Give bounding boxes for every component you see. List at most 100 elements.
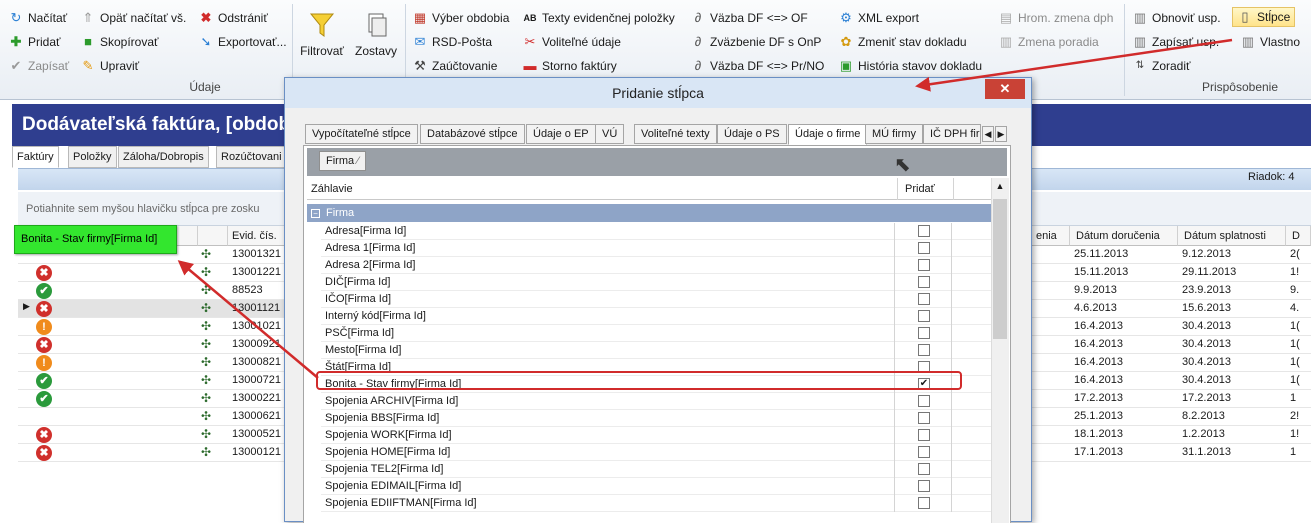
tab-scroll-left-icon[interactable]: ◀ bbox=[982, 126, 994, 142]
scroll-up-icon[interactable]: ▲ bbox=[993, 181, 1007, 195]
table-row[interactable]: ✖ ✣ 13001221 bbox=[18, 264, 288, 282]
column-header-partial[interactable]: enia bbox=[1030, 226, 1070, 246]
add-checkbox[interactable] bbox=[918, 480, 930, 492]
dialog-tab-3[interactable]: VÚ bbox=[595, 124, 625, 144]
dialog-tab-6[interactable]: Údaje o firme bbox=[788, 124, 868, 145]
field-row[interactable]: Spojenia WORK[Firma Id] bbox=[321, 427, 991, 444]
add-checkbox[interactable] bbox=[918, 446, 930, 458]
add-checkbox[interactable] bbox=[918, 259, 930, 271]
scrollbar-thumb[interactable] bbox=[993, 199, 1007, 339]
field-row[interactable]: DIČ[Firma Id] bbox=[321, 274, 991, 291]
add-checkbox[interactable] bbox=[918, 395, 930, 407]
add-checkbox[interactable] bbox=[918, 310, 930, 322]
field-row[interactable]: Spojenia ARCHIV[Firma Id] bbox=[321, 393, 991, 410]
field-row[interactable]: Adresa 1[Firma Id] bbox=[321, 240, 991, 257]
close-button[interactable]: ✕ bbox=[985, 79, 1025, 99]
table-row[interactable]: ! ✣ 13001021 bbox=[18, 318, 288, 336]
table-row[interactable]: 16.4.2013 30.4.2013 1( bbox=[1030, 318, 1311, 336]
link-df-onp-button[interactable]: ∂ Zväzbenie DF s OnP bbox=[690, 32, 822, 52]
add-checkbox[interactable] bbox=[918, 225, 930, 237]
table-row[interactable]: ✖ ✣ 13000121 bbox=[18, 444, 288, 462]
table-row[interactable]: 16.4.2013 30.4.2013 1( bbox=[1030, 372, 1311, 390]
table-row[interactable]: ✖ ✣ 13000521 bbox=[18, 426, 288, 444]
table-row[interactable]: ▶ ✖ ✣ 13001121 bbox=[18, 300, 288, 318]
reports-button[interactable]: Zostavy bbox=[352, 10, 400, 58]
export-button[interactable]: ➘ Exportovať... bbox=[198, 32, 287, 52]
add-checkbox[interactable] bbox=[918, 412, 930, 424]
edit-button[interactable]: ✎ Upraviť bbox=[80, 56, 140, 76]
table-row[interactable]: 18.1.2013 1.2.2013 1! bbox=[1030, 426, 1311, 444]
column-header-doc[interactable] bbox=[198, 226, 228, 246]
table-row[interactable]: 25.11.2013 9.12.2013 2( bbox=[1030, 246, 1311, 264]
header-add[interactable]: Pridať bbox=[905, 178, 935, 200]
copy-button[interactable]: ■ Skopírovať bbox=[80, 32, 158, 52]
dialog-tab-2[interactable]: Údaje o EP bbox=[526, 124, 596, 144]
reload-all-button[interactable]: ⇑ Opäť načítať vš. bbox=[80, 8, 187, 28]
table-row[interactable]: ✔ ✣ 13000221 bbox=[18, 390, 288, 408]
add-checkbox[interactable] bbox=[918, 463, 930, 475]
link-df-prno-button[interactable]: ∂ Väzba DF <=> Pr/NO bbox=[690, 56, 825, 76]
tab-zaloha[interactable]: Záloha/Dobropis bbox=[118, 146, 209, 168]
tab-scroll-right-icon[interactable]: ▶ bbox=[995, 126, 1007, 142]
table-row[interactable]: 16.4.2013 30.4.2013 1( bbox=[1030, 354, 1311, 372]
dialog-tab-4[interactable]: Voliteľné texty bbox=[634, 124, 717, 144]
table-row[interactable]: 25.1.2013 8.2.2013 2! bbox=[1030, 408, 1311, 426]
item-texts-button[interactable]: AB Texty evidenčnej položky bbox=[522, 8, 675, 28]
table-row[interactable]: 17.2.2013 17.2.2013 1 bbox=[1030, 390, 1311, 408]
rsd-mail-button[interactable]: ✉ RSD-Pošta bbox=[412, 32, 492, 52]
reorder-button[interactable]: ▥ Zmena poradia bbox=[998, 32, 1099, 52]
sort-button[interactable]: ⇅ Zoradiť bbox=[1132, 56, 1191, 76]
tab-polozky[interactable]: Položky bbox=[68, 146, 117, 168]
group-by-zone[interactable]: Potiahnite sem myšou hlavičku stĺpca pre… bbox=[18, 192, 288, 226]
dialog-tab-0[interactable]: Vypočítateľné stĺpce bbox=[305, 124, 418, 144]
filter-button[interactable]: Filtrovať bbox=[296, 10, 348, 58]
field-row[interactable]: Spojenia EDIIFTMAN[Firma Id] bbox=[321, 495, 991, 512]
save-button[interactable]: ✔ Zapísať bbox=[8, 56, 70, 76]
field-row[interactable]: Mesto[Firma Id] bbox=[321, 342, 991, 359]
group-chip-firma[interactable]: Firma ⁄ bbox=[319, 151, 367, 171]
column-header-delivery-date[interactable]: Dátum doručenia bbox=[1070, 226, 1178, 246]
column-header-evid[interactable]: Evid. čís. bbox=[228, 226, 288, 246]
add-checkbox[interactable] bbox=[918, 344, 930, 356]
table-row[interactable]: ✔ ✣ 88523 bbox=[18, 282, 288, 300]
add-checkbox[interactable] bbox=[918, 429, 930, 441]
change-state-button[interactable]: ✿ Zmeniť stav dokladu bbox=[838, 32, 967, 52]
table-row[interactable]: ✖ ✣ 13000921 bbox=[18, 336, 288, 354]
header-caption[interactable]: Záhlavie bbox=[311, 178, 353, 200]
link-df-of-button[interactable]: ∂ Väzba DF <=> OF bbox=[690, 8, 808, 28]
field-row[interactable]: Interný kód[Firma Id] bbox=[321, 308, 991, 325]
table-row[interactable]: 4.6.2013 15.6.2013 4. bbox=[1030, 300, 1311, 318]
state-history-button[interactable]: ▣ História stavov dokladu bbox=[838, 56, 982, 76]
tab-faktury[interactable]: Faktúry bbox=[12, 146, 59, 168]
table-row[interactable]: 9.9.2013 23.9.2013 9. bbox=[1030, 282, 1311, 300]
field-row[interactable]: Spojenia TEL2[Firma Id] bbox=[321, 461, 991, 478]
column-header-due-date[interactable]: Dátum splatnosti bbox=[1178, 226, 1286, 246]
field-row[interactable]: PSČ[Firma Id] bbox=[321, 325, 991, 342]
field-row[interactable]: Adresa 2[Firma Id] bbox=[321, 257, 991, 274]
dialog-tab-8[interactable]: IČ DPH fir bbox=[923, 124, 981, 144]
restore-layout-button[interactable]: ▥ Obnoviť usp. bbox=[1132, 8, 1221, 28]
table-row[interactable]: ✔ ✣ 13000721 bbox=[18, 372, 288, 390]
xml-export-button[interactable]: ⚙ XML export bbox=[838, 8, 919, 28]
period-select-button[interactable]: ▦ Výber obdobia bbox=[412, 8, 510, 28]
columns-button[interactable]: ▯ Stĺpce bbox=[1232, 7, 1296, 27]
bulk-vat-change-button[interactable]: ▤ Hrom. zmena dph bbox=[998, 8, 1114, 28]
field-row[interactable]: IČO[Firma Id] bbox=[321, 291, 991, 308]
collapse-icon[interactable]: − bbox=[311, 208, 320, 218]
dialog-tab-1[interactable]: Databázové stĺpce bbox=[420, 124, 525, 144]
tab-rozuctovanie[interactable]: Rozúčtovani bbox=[216, 146, 287, 168]
dialog-tab-7[interactable]: MÚ firmy bbox=[865, 124, 923, 144]
table-row[interactable]: ✣ 13000621 bbox=[18, 408, 288, 426]
add-button[interactable]: ✚ Pridať bbox=[8, 32, 61, 52]
properties-button[interactable]: ▥ Vlastno bbox=[1240, 32, 1300, 52]
add-checkbox[interactable] bbox=[918, 242, 930, 254]
table-row[interactable]: 16.4.2013 30.4.2013 1( bbox=[1030, 336, 1311, 354]
added-column-header[interactable]: Bonita - Stav firmy[Firma Id] bbox=[14, 225, 177, 254]
dialog-tab-5[interactable]: Údaje o PS bbox=[717, 124, 787, 144]
posting-button[interactable]: ⚒ Zaúčtovanie bbox=[412, 56, 497, 76]
storno-button[interactable]: ▬ Storno faktúry bbox=[522, 56, 617, 76]
field-row[interactable]: Spojenia BBS[Firma Id] bbox=[321, 410, 991, 427]
table-row[interactable]: 17.1.2013 31.1.2013 1 bbox=[1030, 444, 1311, 462]
field-row[interactable]: Spojenia EDIMAIL[Firma Id] bbox=[321, 478, 991, 495]
table-row[interactable]: ! ✣ 13000821 bbox=[18, 354, 288, 372]
